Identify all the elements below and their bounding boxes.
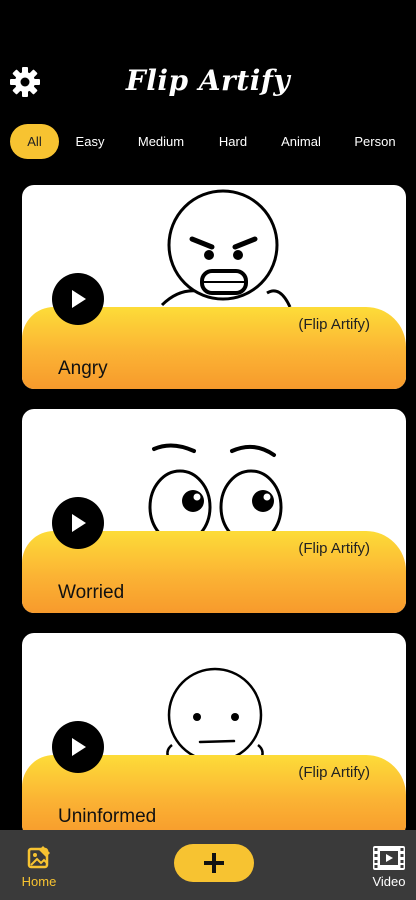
filter-chip-hard[interactable]: Hard <box>201 124 265 159</box>
bottom-nav: Home Video <box>0 830 416 900</box>
nav-home-label: Home <box>21 874 57 889</box>
card-brand: (Flip Artify) <box>298 540 370 557</box>
filter-chip-medium[interactable]: Medium <box>121 124 201 159</box>
nav-home[interactable]: Home <box>16 842 62 890</box>
play-icon[interactable] <box>52 273 104 325</box>
filter-chip-all[interactable]: All <box>10 124 59 159</box>
add-button[interactable] <box>174 844 254 882</box>
filter-chip-animal[interactable]: Animal <box>265 124 337 159</box>
filter-chip-person[interactable]: Person <box>337 124 413 159</box>
emotion-card-uninformed[interactable]: (Flip Artify) Uninformed <box>22 633 406 837</box>
nav-video-label: Video <box>372 874 406 889</box>
nav-video[interactable]: Video <box>364 842 414 890</box>
app-header: Flip Artify <box>0 0 416 120</box>
card-brand: (Flip Artify) <box>298 764 370 781</box>
filter-chips: All Easy Medium Hard Animal Person <box>10 124 416 159</box>
card-brand: (Flip Artify) <box>298 316 370 333</box>
play-icon[interactable] <box>52 497 104 549</box>
filter-chip-easy[interactable]: Easy <box>59 124 121 159</box>
emotion-card-angry[interactable]: (Flip Artify) Angry <box>22 185 406 389</box>
home-gallery-icon <box>27 846 50 869</box>
card-title: Uninformed <box>58 806 157 827</box>
plus-icon <box>204 853 224 873</box>
emotion-card-worried[interactable]: (Flip Artify) Worried <box>22 409 406 613</box>
app-title: Flip Artify <box>125 64 291 97</box>
card-title: Angry <box>58 358 108 379</box>
card-title: Worried <box>58 582 125 603</box>
play-icon[interactable] <box>52 721 104 773</box>
film-strip-icon <box>373 846 405 870</box>
card-list: (Flip Artify) Angry (Flip Artify) Worrie… <box>22 185 406 857</box>
